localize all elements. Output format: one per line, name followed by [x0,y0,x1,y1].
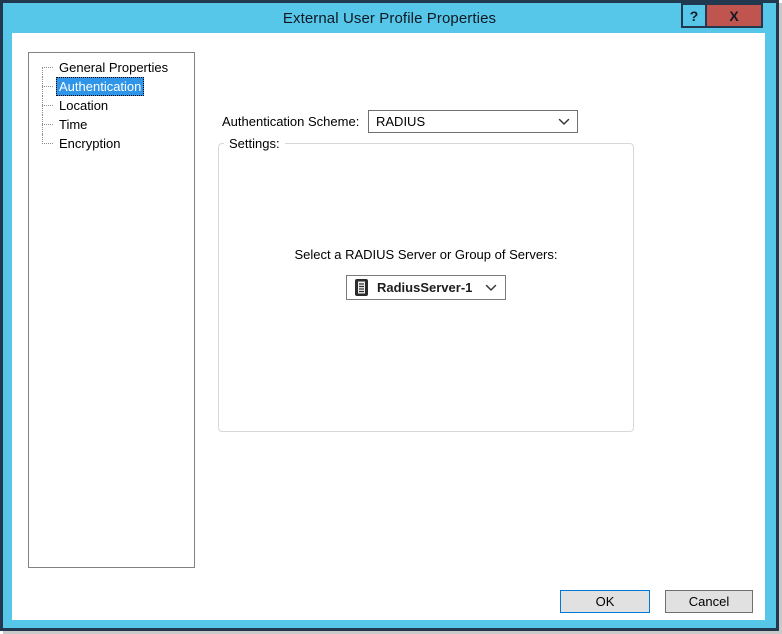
category-tree-panel: General Properties Authentication Locati… [28,52,195,568]
settings-groupbox: Settings: Select a RADIUS Server or Grou… [218,136,634,432]
close-button[interactable]: x [705,3,763,28]
dialog-window: External User Profile Properties ? x Gen… [0,0,779,631]
tree-item-label: Location [56,97,111,114]
radius-server-dropdown[interactable]: RadiusServer-1 [346,275,506,300]
tree-item-general-properties[interactable]: General Properties [29,58,194,77]
radius-server-value: RadiusServer-1 [377,280,472,295]
tree-item-label: Authentication [56,77,144,96]
category-tree: General Properties Authentication Locati… [29,58,194,153]
close-icon: x [729,8,738,24]
tree-item-time[interactable]: Time [29,115,194,134]
tree-item-encryption[interactable]: Encryption [29,134,194,153]
server-list-icon [355,279,368,296]
help-button[interactable]: ? [681,3,705,28]
title-bar: External User Profile Properties ? x [3,3,776,33]
radius-server-prompt: Select a RADIUS Server or Group of Serve… [219,247,633,262]
ok-button[interactable]: OK [560,590,650,613]
auth-scheme-dropdown[interactable]: RADIUS [368,110,578,133]
tree-item-authentication[interactable]: Authentication [29,77,194,96]
tree-item-label: Time [56,116,90,133]
tree-item-label: Encryption [56,135,123,152]
page-title: External User Profile Properties [283,10,496,27]
settings-group-label: Settings: [224,136,285,151]
auth-scheme-label: Authentication Scheme: [222,110,359,133]
tree-item-location[interactable]: Location [29,96,194,115]
question-icon: ? [690,8,699,24]
dialog-content: General Properties Authentication Locati… [12,33,765,620]
caption-buttons: ? x [681,3,763,28]
chevron-down-icon [485,284,497,292]
chevron-down-icon [558,118,570,126]
tree-item-label: General Properties [56,59,171,76]
cancel-button[interactable]: Cancel [665,590,753,613]
auth-scheme-value: RADIUS [376,114,425,129]
